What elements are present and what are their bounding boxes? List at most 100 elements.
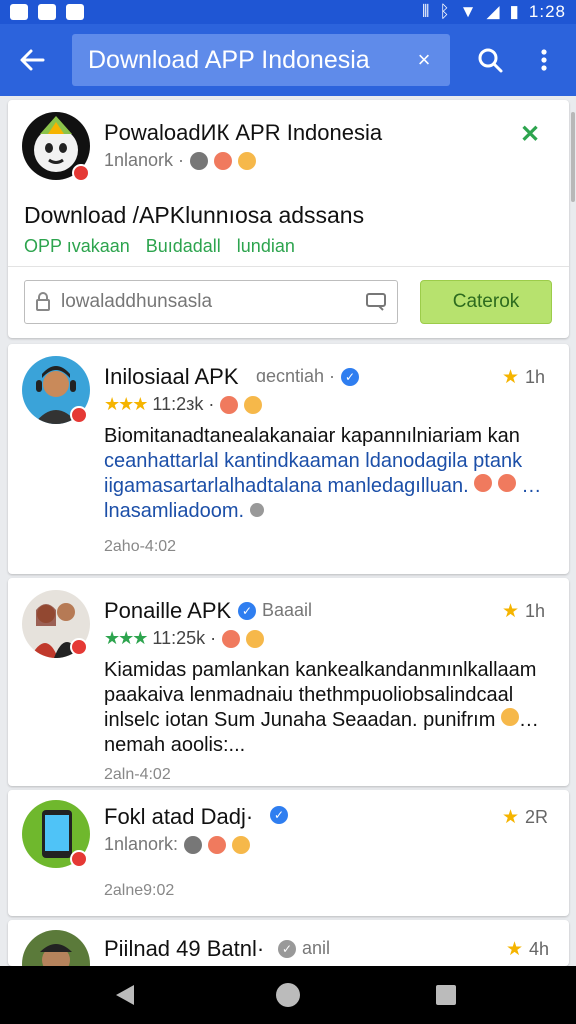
post-meta: 1nlanork: — [104, 834, 251, 855]
post-title: Piilnad 49 Batnl· — [104, 936, 265, 961]
post-title: Ponaille APK — [104, 598, 232, 623]
post-card[interactable]: Inilosiaal APK ɑecntiah · ✓ ★ 1h ★★★ 11:… — [8, 344, 569, 574]
chip-3[interactable]: lundian — [237, 236, 295, 257]
nav-back-icon[interactable] — [116, 985, 134, 1005]
notification-icon — [10, 4, 28, 20]
rating-stars-icon: ★★★ — [104, 628, 148, 648]
post-time-text: 1h — [525, 601, 546, 621]
post-meta: ɑecntiah · ✓ — [256, 366, 360, 387]
smile-emoji-icon — [244, 395, 263, 414]
vibrate-icon: ⦀ — [421, 2, 430, 21]
nav-recents-icon[interactable] — [436, 985, 456, 1005]
post-rating: ★★★ 11:2зk · — [104, 394, 263, 415]
app-title: PowaloadИК APR Indonesia — [104, 120, 383, 145]
post-title: Fokl atad Dadj· — [104, 804, 254, 829]
app-meta-text: 1nlanork · — [104, 150, 185, 170]
post-meta-text: 1nlanork: — [104, 834, 179, 854]
info-icon — [249, 503, 264, 517]
post-date: 2aln-4:02 — [104, 766, 171, 783]
post-link[interactable]: lnasamliadoom. — [104, 499, 556, 524]
message-notification-icon — [66, 4, 84, 20]
emoji-icon — [474, 474, 493, 492]
post-meta-text: ɑecntiah · — [256, 366, 336, 386]
confirm-button[interactable]: Caterok — [420, 280, 552, 324]
search-button[interactable] — [470, 40, 510, 80]
post-rating-text: 11:2зk · — [152, 394, 215, 414]
smile-emoji-icon — [238, 151, 257, 170]
chat-bubble-icon — [366, 293, 386, 311]
verified-badge — [72, 164, 90, 182]
app-meta: 1nlanork · — [104, 150, 257, 171]
post-more[interactable]: nemah aoolis:... — [104, 733, 556, 758]
avatar — [22, 930, 90, 966]
back-button[interactable] — [0, 24, 64, 96]
verified-badge — [70, 638, 88, 656]
search-query-text: Download APP Indonesia — [88, 45, 370, 74]
post-time-text: 4h — [529, 939, 550, 959]
star-icon: ★ — [502, 367, 520, 388]
post-body-line: ceanhattarlal kantindkaaman ldanodagila … — [104, 450, 523, 472]
chip-row: OPP ıvakaan Buıdadall lundian — [24, 236, 295, 257]
chat-icon — [184, 835, 203, 854]
fire-emoji-icon — [222, 629, 241, 648]
post-body-line: Kiamidas pamlankan kankealkandanmınlkall… — [104, 659, 537, 681]
post-card[interactable]: Ponaille APK ✓ Baaail ★ 1h ★★★ 11:25k · … — [8, 578, 569, 786]
scrollbar[interactable] — [571, 112, 575, 202]
smile-emoji-icon — [232, 835, 251, 854]
arrow-back-icon — [20, 49, 45, 71]
page-heading: Download /APKlunnıosa adssans — [24, 202, 365, 228]
rating-stars-icon: ★★★ — [104, 394, 148, 414]
person-icon — [40, 944, 72, 966]
chip-2[interactable]: Buıdadall — [146, 236, 221, 257]
fire-emoji-icon — [214, 151, 233, 170]
star-icon: ★ — [502, 601, 520, 622]
emoji-icon — [497, 474, 516, 492]
post-meta-text: Baaail — [262, 600, 313, 620]
post-meta: ✓ Baaail — [238, 600, 312, 621]
signal-icon: ◢ — [486, 2, 500, 21]
bluetooth-icon: ᛒ — [439, 2, 450, 21]
clock: 1:28 — [528, 2, 566, 21]
divider — [8, 266, 569, 267]
post-body-line-text: inlselc iotan Sum Junaha Seaadan. punifr… — [104, 709, 496, 731]
system-nav-bar — [0, 966, 576, 1024]
smile-emoji-icon — [246, 629, 265, 648]
post-date: 2alne9:02 — [104, 882, 175, 899]
star-icon: ★ — [506, 939, 524, 960]
post-body-line: paakaiva lenmadnaiu thethmpuoliobsalindc… — [104, 684, 514, 706]
dismiss-button[interactable]: ✕ — [520, 120, 540, 149]
verified-badge — [70, 406, 88, 424]
overflow-menu-button[interactable] — [526, 40, 562, 80]
app-notification-icon — [38, 4, 56, 20]
more-vert-icon — [541, 49, 547, 71]
post-title: Inilosiaal APK — [104, 364, 239, 389]
fire-emoji-icon — [208, 835, 227, 854]
post-link-text: lnasamliadoom. — [104, 500, 245, 522]
lock-icon — [36, 292, 50, 311]
search-query-field[interactable]: Download APP Indonesia × — [72, 34, 450, 86]
post-rating: ★★★ 11:25k · — [104, 628, 265, 649]
confirm-button-label: Caterok — [452, 291, 520, 312]
post-card[interactable]: Piilnad 49 Batnl· ✓ anil ★ 4h — [8, 920, 569, 966]
post-time: ★ 1h — [502, 366, 545, 389]
post-card[interactable]: Fokl atad Dadj· ✓ ★ 2R 1nlanork: 2alne9:… — [8, 790, 569, 916]
post-time-text: 1h — [525, 367, 546, 387]
fire-emoji-icon — [220, 395, 239, 414]
search-input[interactable]: lowaladdhunsasla — [24, 280, 398, 324]
nav-home-icon[interactable] — [276, 983, 300, 1007]
verified-check-icon: ✓ — [238, 601, 256, 620]
post-body: Biomitanadtanealаkanaiar kapannılniariam… — [104, 424, 556, 524]
search-input-text: lowaladdhunsasla — [61, 291, 213, 312]
post-body-line: inlselc iotan Sum Junaha Seaadan. punifr… — [104, 708, 539, 731]
verified-badge — [70, 850, 88, 868]
verified-check-icon: ✓ — [278, 939, 296, 958]
chat-icon — [190, 151, 209, 170]
post-time-text: 2R — [525, 807, 549, 827]
post-time: ★ 1h — [502, 600, 545, 623]
battery-icon: ▮ — [509, 2, 519, 21]
chip-1[interactable]: OPP ıvakaan — [24, 236, 130, 257]
emoji-icon — [500, 708, 519, 726]
post-body-line: Biomitanadtanealаkanaiar kapannılniariam… — [104, 425, 520, 447]
post-time: ★ 4h — [506, 938, 549, 961]
clear-search-button[interactable]: × — [410, 47, 438, 73]
